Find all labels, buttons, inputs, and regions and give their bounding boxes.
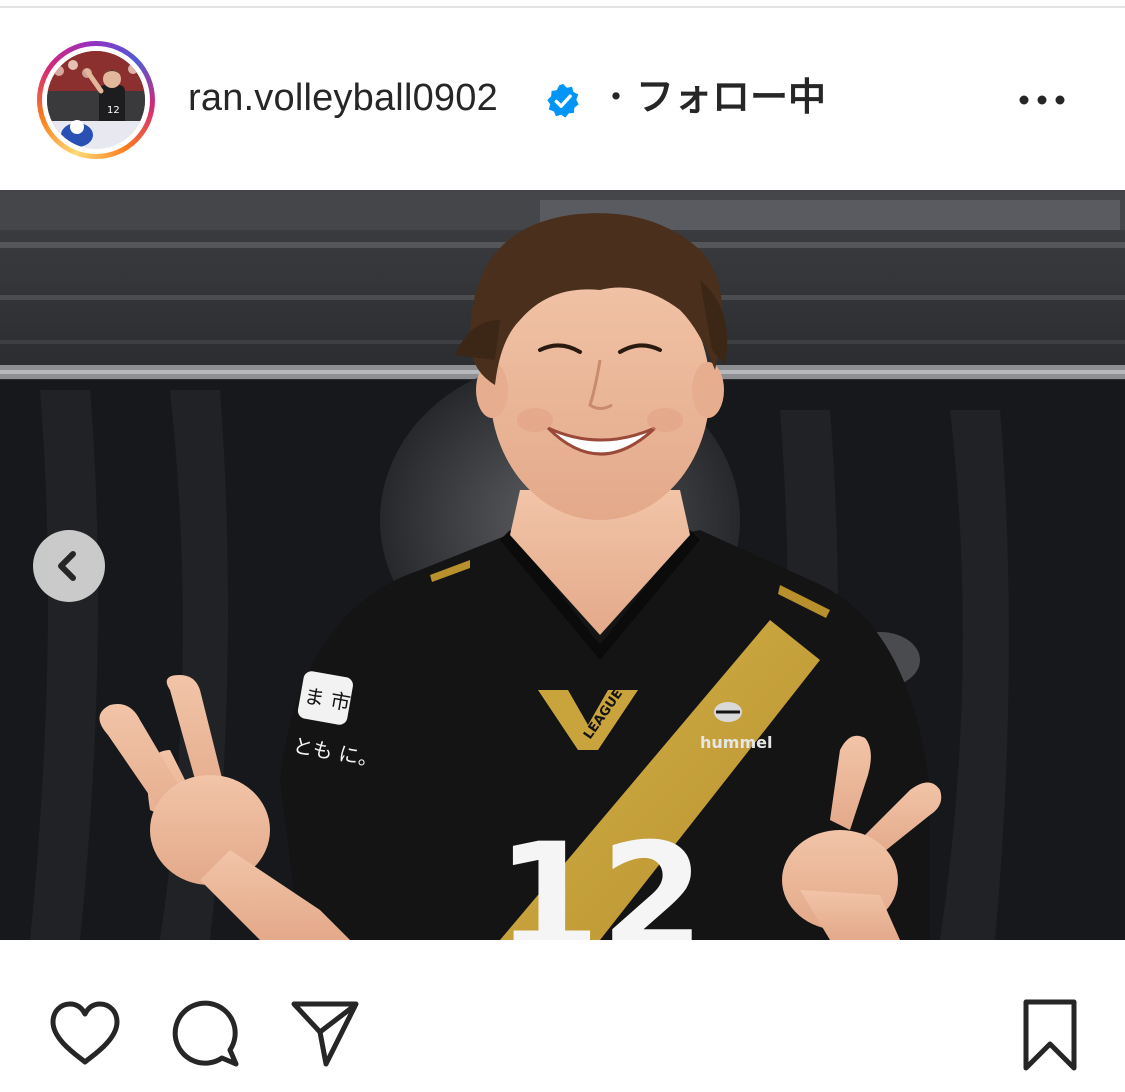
send-icon [291,1001,359,1067]
svg-text:12: 12 [107,105,120,116]
action-bar [0,940,1125,1092]
bookmark-icon [1023,999,1077,1071]
avatar-image: 12 [47,51,145,149]
following-button[interactable]: フォロー中 [636,72,826,124]
post-header: 12 ran.volleyball0902 ・ フォロー中 [0,8,1125,190]
like-button[interactable] [48,1000,122,1071]
username[interactable]: ran.volleyball0902 [188,72,498,124]
heart-icon [50,1001,120,1065]
verified-badge-icon [547,83,579,118]
jersey-number: 12 [496,812,705,940]
carousel-prev-button[interactable] [33,530,105,602]
share-button[interactable] [290,998,362,1075]
post-photo[interactable]: LEAGUE hummel ま 市 とも に。 12 [0,190,1125,940]
brand-text: hummel [700,733,772,752]
instagram-post: 12 ran.volleyball0902 ・ フォロー中 LEAGUE hum… [0,0,1125,1092]
avatar[interactable]: 12 [47,51,145,149]
story-ring[interactable]: 12 [37,41,155,159]
comment-button[interactable] [170,998,242,1075]
more-horizontal-icon [1019,95,1065,105]
chevron-left-icon [58,551,76,581]
more-options-button[interactable] [1012,80,1072,120]
photo-illustration: LEAGUE hummel ま 市 とも に。 12 [0,190,1125,940]
comment-icon [172,1000,239,1067]
separator-dot: ・ [599,79,633,117]
save-button[interactable] [1020,998,1080,1079]
